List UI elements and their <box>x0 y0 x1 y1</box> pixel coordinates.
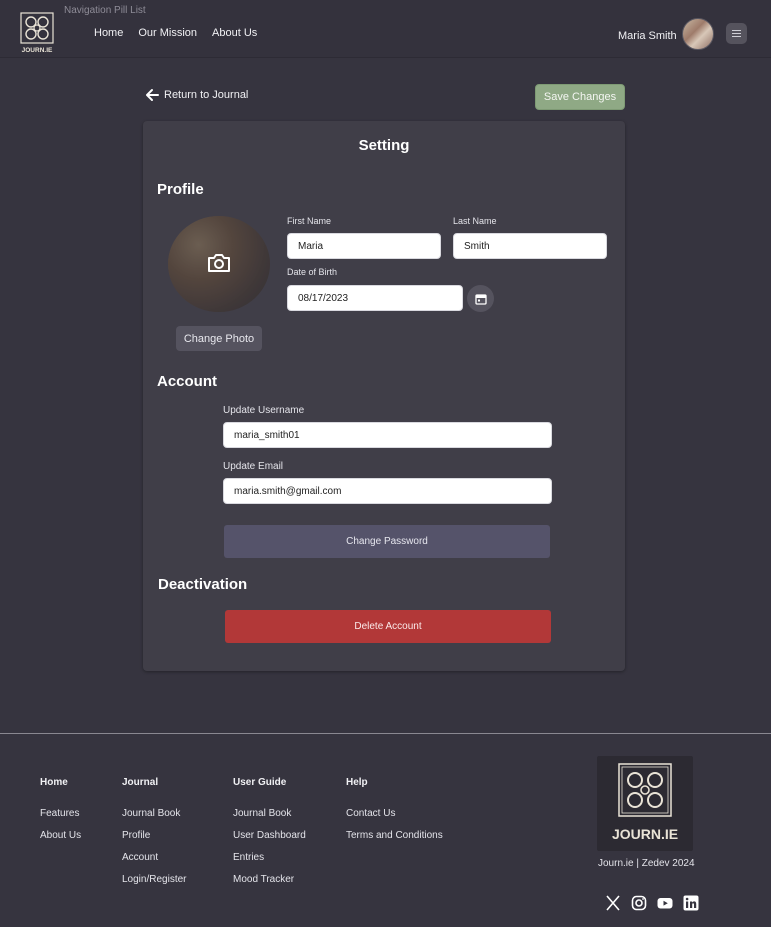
footer-link[interactable]: Entries <box>233 852 306 864</box>
youtube-icon[interactable] <box>656 894 673 911</box>
dob-field[interactable]: 08/17/2023 <box>287 285 463 311</box>
username-label: Update Username <box>223 405 305 416</box>
arrow-left-icon <box>146 89 159 101</box>
settings-card: Setting Profile Change Photo First Name … <box>143 121 625 671</box>
footer-link[interactable]: Mood Tracker <box>233 874 306 886</box>
email-field[interactable]: maria.smith@gmail.com <box>223 478 552 504</box>
footer-link[interactable]: Journal Book <box>122 808 186 820</box>
return-to-journal-link[interactable]: Return to Journal <box>145 88 248 102</box>
footer-link[interactable]: Account <box>122 852 186 864</box>
first-name-label: First Name <box>287 216 332 226</box>
footer-heading: User Guide <box>233 777 287 788</box>
footer: Home Features About Us Journal Journal B… <box>0 733 771 927</box>
avatar[interactable] <box>682 18 714 50</box>
hamburger-menu-icon[interactable] <box>726 23 747 44</box>
footer-link[interactable]: Contact Us <box>346 808 443 820</box>
nav-our-mission[interactable]: Our Mission <box>138 27 197 39</box>
nav-about-us[interactable]: About Us <box>212 27 257 39</box>
last-name-field[interactable]: Smith <box>453 233 607 259</box>
first-name-field[interactable]: Maria <box>287 233 441 259</box>
footer-link[interactable]: Terms and Conditions <box>346 830 443 842</box>
social-links <box>604 894 699 911</box>
footer-heading: Home <box>40 777 68 788</box>
instagram-icon[interactable] <box>630 894 647 911</box>
footer-column-user-guide: User Guide Journal Book User Dashboard E… <box>233 777 306 896</box>
delete-account-button[interactable]: Delete Account <box>225 610 551 643</box>
footer-logo-text: JOURN.IE <box>612 826 678 842</box>
user-name: Maria Smith <box>618 30 677 42</box>
footer-link[interactable]: Features <box>40 808 81 820</box>
linkedin-icon[interactable] <box>682 894 699 911</box>
profile-heading: Profile <box>157 181 204 198</box>
deactivation-heading: Deactivation <box>158 576 248 593</box>
footer-link[interactable]: Login/Register <box>122 874 186 886</box>
return-label: Return to Journal <box>164 89 249 101</box>
x-icon[interactable] <box>604 894 621 911</box>
copyright: Journ.ie | Zedev 2024 <box>598 858 695 869</box>
footer-column-help: Help Contact Us Terms and Conditions <box>346 777 443 852</box>
username-field[interactable]: maria_smith01 <box>223 422 552 448</box>
navigation-caption: Navigation Pill List <box>64 5 146 16</box>
email-label: Update Email <box>223 461 284 472</box>
footer-column-journal: Journal Journal Book Profile Account Log… <box>122 777 186 896</box>
camera-icon <box>208 254 230 272</box>
change-photo-button[interactable]: Change Photo <box>176 326 262 351</box>
calendar-icon[interactable] <box>467 285 494 312</box>
change-password-button[interactable]: Change Password <box>224 525 550 558</box>
nav-home[interactable]: Home <box>94 27 123 39</box>
footer-heading: Journal <box>122 777 159 788</box>
page-title: Setting <box>358 137 410 154</box>
footer-column-home: Home Features About Us <box>40 777 81 852</box>
footer-link[interactable]: About Us <box>40 830 81 842</box>
footer-link[interactable]: User Dashboard <box>233 830 306 842</box>
save-changes-button[interactable]: Save Changes <box>535 84 625 110</box>
footer-heading: Help <box>346 777 368 788</box>
last-name-label: Last Name <box>453 216 497 226</box>
profile-photo[interactable] <box>168 216 270 312</box>
logo[interactable]: JOURN.IE <box>15 10 59 54</box>
footer-logo[interactable]: JOURN.IE <box>597 756 693 851</box>
main-nav: Home Our Mission About Us <box>94 27 257 39</box>
footer-link[interactable]: Journal Book <box>233 808 306 820</box>
logo-text: JOURN.IE <box>22 47 53 54</box>
dob-label: Date of Birth <box>287 267 338 277</box>
top-navigation-bar: Navigation Pill List JOURN.IE Home Our M… <box>0 0 771 58</box>
footer-link[interactable]: Profile <box>122 830 186 842</box>
account-heading: Account <box>157 373 217 390</box>
